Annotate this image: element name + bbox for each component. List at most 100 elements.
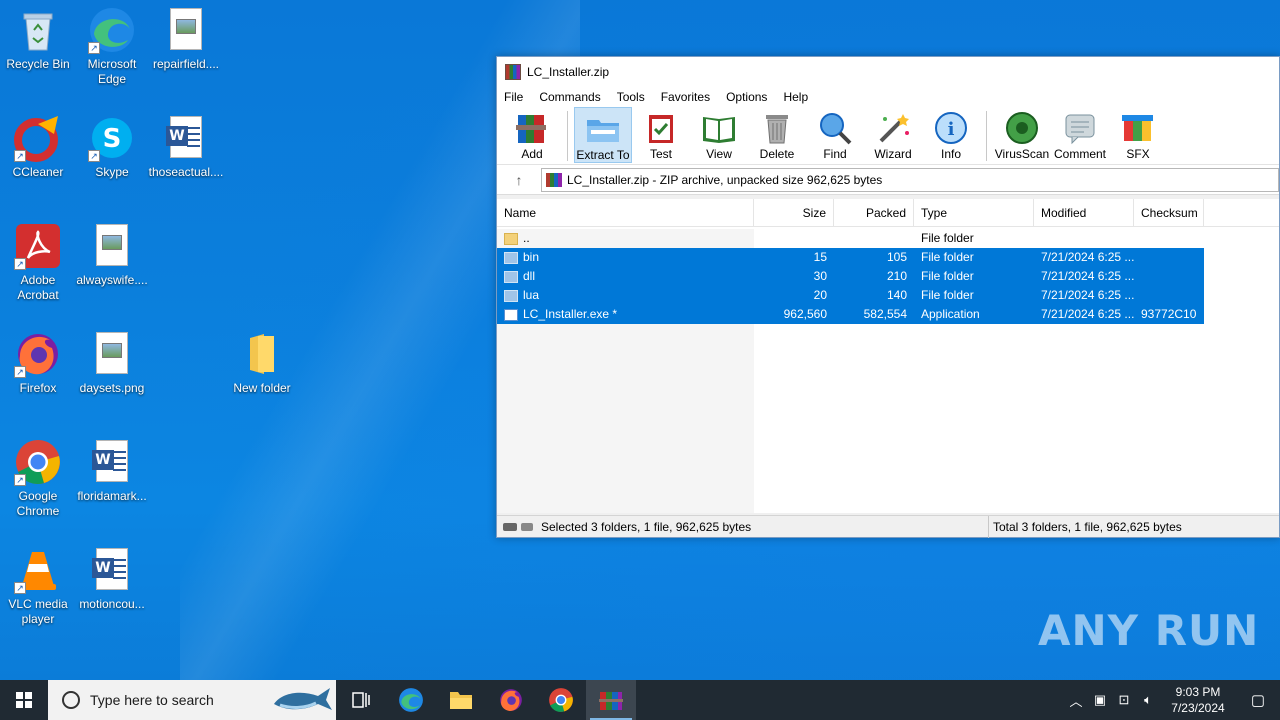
- task-view-button[interactable]: [336, 680, 386, 720]
- taskbar-edge[interactable]: [386, 680, 436, 720]
- status-bar: Selected 3 folders, 1 file, 962,625 byte…: [497, 515, 1279, 538]
- desktop-icon-ccleaner[interactable]: ↗ CCleaner: [0, 114, 76, 180]
- desktop-icon-label: Microsoft Edge: [87, 57, 137, 86]
- row-name: dll: [523, 269, 536, 283]
- vlc-icon: ↗: [14, 546, 62, 594]
- up-arrow-icon[interactable]: ↑: [497, 165, 541, 195]
- row-size: [754, 229, 834, 248]
- column-size[interactable]: Size: [754, 199, 834, 227]
- desktop-icon-motioncou[interactable]: W motioncou...: [74, 546, 150, 612]
- key-icon: [521, 522, 533, 531]
- delete-button[interactable]: Delete: [748, 107, 806, 163]
- desktop-icon-firefox[interactable]: ↗ Firefox: [0, 330, 76, 396]
- shortcut-arrow-icon: ↗: [14, 366, 26, 378]
- edge-icon: ↗: [88, 6, 136, 54]
- window-title: LC_Installer.zip: [527, 65, 610, 79]
- column-name[interactable]: Name: [497, 199, 754, 227]
- test-button[interactable]: Test: [632, 107, 690, 163]
- clock-date: 7/23/2024: [1171, 701, 1225, 715]
- menu-help[interactable]: Help: [783, 90, 808, 104]
- table-row[interactable]: dll 30 210 File folder 7/21/2024 6:25 ..…: [497, 267, 1204, 286]
- desktop-icon-floridamark[interactable]: W floridamark...: [74, 438, 150, 504]
- wizard-button[interactable]: Wizard: [864, 107, 922, 163]
- desktop-icon-repairfield[interactable]: repairfield....: [148, 6, 224, 72]
- virusscan-button[interactable]: VirusScan: [993, 107, 1051, 163]
- menu-tools[interactable]: Tools: [617, 90, 645, 104]
- find-button[interactable]: Find: [806, 107, 864, 163]
- desktop-icon-alwayswife[interactable]: alwayswife....: [74, 222, 150, 288]
- start-button[interactable]: [0, 680, 48, 720]
- desktop-icon-label: Firefox: [19, 381, 57, 395]
- address-bar: ↑ LC_Installer.zip - ZIP archive, unpack…: [497, 165, 1279, 195]
- taskbar-file-explorer[interactable]: [436, 680, 486, 720]
- view-book-icon: [701, 111, 737, 145]
- row-type: File folder: [921, 231, 974, 245]
- menu-file[interactable]: File: [504, 90, 523, 104]
- desktop-icon-vlc[interactable]: ↗ VLC media player: [0, 546, 76, 627]
- word-document-icon: W: [162, 114, 210, 162]
- sfx-button[interactable]: SFX: [1109, 107, 1167, 163]
- shortcut-arrow-icon: ↗: [14, 258, 26, 270]
- sfx-label: SFX: [1126, 147, 1150, 161]
- desktop-icon-label: Google Chrome: [16, 489, 60, 518]
- row-name: lua: [523, 288, 540, 302]
- taskbar-search[interactable]: Type here to search: [48, 680, 336, 720]
- desktop-icon-skype[interactable]: S ↗ Skype: [74, 114, 150, 180]
- comment-icon: [1062, 111, 1098, 145]
- virus-scan-icon: [1004, 111, 1040, 145]
- virusscan-label: VirusScan: [994, 147, 1050, 161]
- network-icon[interactable]: ⊡: [1112, 692, 1136, 708]
- column-modified[interactable]: Modified: [1034, 199, 1134, 227]
- taskbar-firefox[interactable]: [486, 680, 536, 720]
- desktop-icon-chrome[interactable]: ↗ Google Chrome: [0, 438, 76, 519]
- desktop-icon-label: motioncou...: [79, 597, 145, 611]
- desktop-icon-acrobat[interactable]: ↗ Adobe Acrobat: [0, 222, 76, 303]
- taskbar-winrar[interactable]: [586, 680, 636, 720]
- desktop-icon-recycle-bin[interactable]: Recycle Bin: [0, 6, 76, 72]
- view-button[interactable]: View: [690, 107, 748, 163]
- row-type: Application: [921, 307, 980, 321]
- info-button[interactable]: i Info: [922, 107, 980, 163]
- row-type: File folder: [921, 250, 974, 264]
- firefox-icon: [500, 689, 522, 711]
- taskbar-chrome[interactable]: [536, 680, 586, 720]
- window-titlebar[interactable]: LC_Installer.zip: [497, 57, 1279, 87]
- desktop-icon-new-folder[interactable]: New folder: [224, 330, 300, 396]
- row-packed: 210: [886, 269, 907, 283]
- desktop-icon-label: floridamark...: [77, 489, 147, 503]
- table-row[interactable]: bin 15 105 File folder 7/21/2024 6:25 ..…: [497, 248, 1204, 267]
- test-clipboard-icon: [643, 111, 679, 145]
- extract-to-button[interactable]: Extract To: [574, 107, 632, 163]
- winrar-icon: [505, 64, 521, 80]
- row-modified: 7/21/2024 6:25 ...: [1041, 250, 1134, 264]
- recycle-bin-icon: [14, 6, 62, 54]
- column-packed[interactable]: Packed: [834, 199, 914, 227]
- file-list-header: Name Size Packed Type Modified Checksum: [497, 199, 1279, 227]
- comment-button[interactable]: Comment: [1051, 107, 1109, 163]
- chevron-up-icon[interactable]: ︿: [1064, 691, 1088, 710]
- menu-commands[interactable]: Commands: [539, 90, 600, 104]
- column-type[interactable]: Type: [914, 199, 1034, 227]
- row-modified: 7/21/2024 6:25 ...: [1041, 288, 1134, 302]
- menu-options[interactable]: Options: [726, 90, 767, 104]
- column-checksum[interactable]: Checksum: [1134, 199, 1204, 227]
- desktop-icon-edge[interactable]: ↗ Microsoft Edge: [74, 6, 150, 87]
- menu-favorites[interactable]: Favorites: [661, 90, 710, 104]
- clock[interactable]: 9:03 PM 7/23/2024: [1160, 684, 1236, 716]
- desktop-icon-daysets[interactable]: daysets.png: [74, 330, 150, 396]
- desktop-icon-thoseactual[interactable]: W thoseactual....: [148, 114, 224, 180]
- table-row[interactable]: LC_Installer.exe * 962,560 582,554 Appli…: [497, 305, 1204, 324]
- address-field[interactable]: LC_Installer.zip - ZIP archive, unpacked…: [541, 167, 1279, 192]
- word-document-icon: W: [88, 438, 136, 486]
- desktop-icon-label: CCleaner: [12, 165, 64, 179]
- table-row[interactable]: lua 20 140 File folder 7/21/2024 6:25 ..…: [497, 286, 1204, 305]
- table-row[interactable]: .. File folder: [497, 229, 1204, 248]
- device-icon[interactable]: ▣: [1088, 692, 1112, 708]
- notification-icon[interactable]: ▢: [1236, 691, 1280, 709]
- address-text: LC_Installer.zip - ZIP archive, unpacked…: [567, 172, 883, 187]
- volume-icon[interactable]: 🔈︎: [1136, 692, 1160, 708]
- shortcut-arrow-icon: ↗: [14, 474, 26, 486]
- sfx-archive-icon: [1120, 111, 1156, 145]
- add-button[interactable]: Add: [503, 107, 561, 163]
- desktop-icon-label: Skype: [95, 165, 129, 179]
